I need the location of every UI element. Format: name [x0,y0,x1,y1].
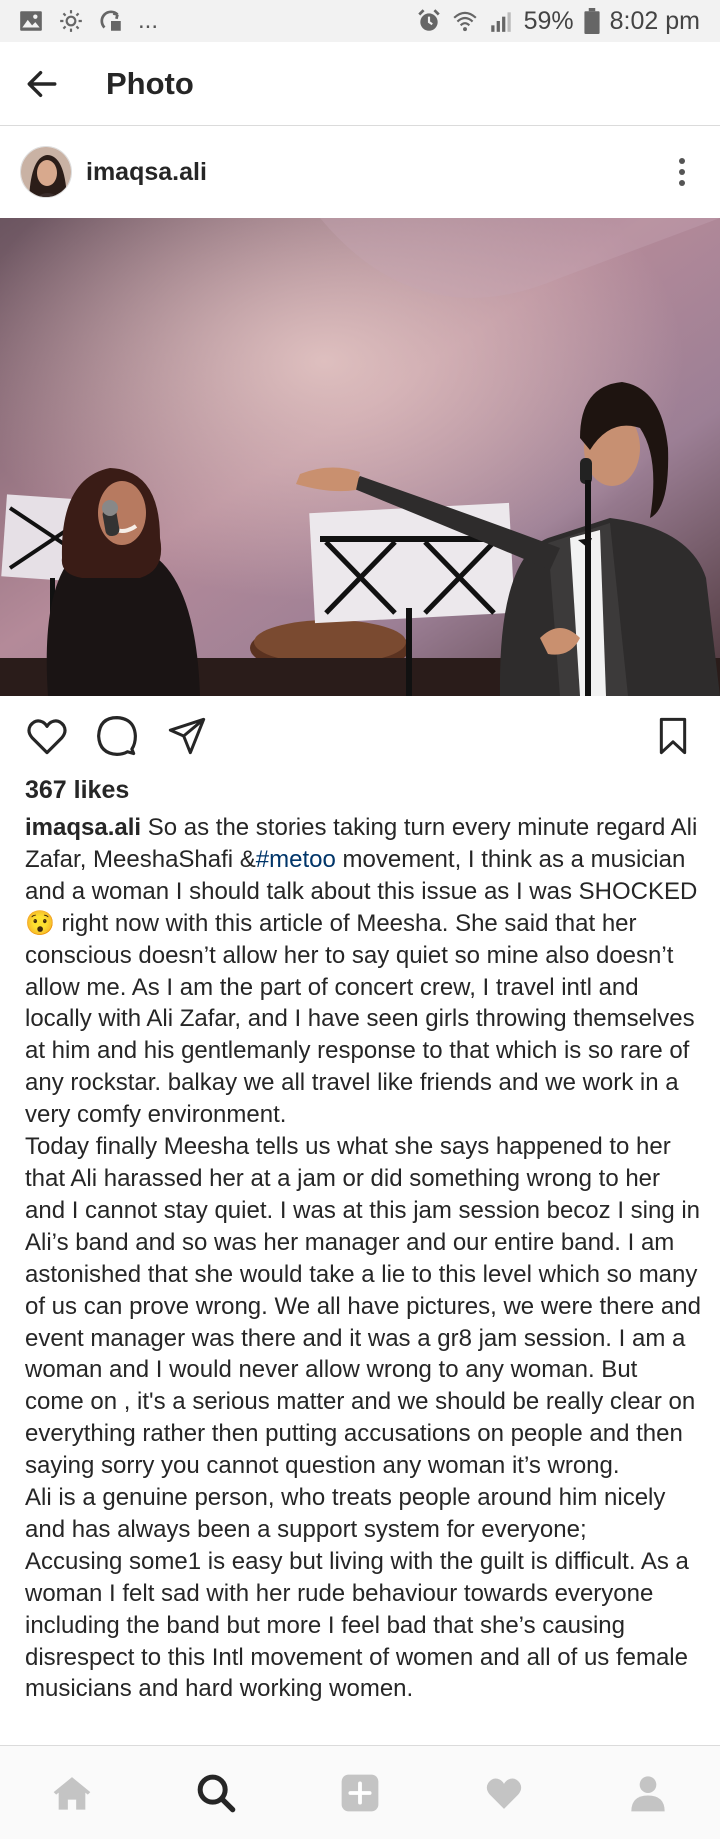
bookmark-icon [659,717,687,755]
like-button[interactable] [22,711,72,761]
activity-icon [486,1778,522,1809]
shocked-emoji: 😯 [25,909,55,937]
app-header: Photo [0,42,720,126]
caption-paragraph: Ali is a genuine person, who treats peop… [25,1484,666,1543]
share-button[interactable] [162,711,212,761]
caption-text: right now with this article of Meesha. S… [25,909,695,1129]
more-options-button[interactable] [652,142,712,202]
status-bar: ... 59% 8:02 pm [0,0,720,42]
concert-photo-image [0,218,720,696]
likes-count[interactable]: 367 likes [25,776,129,805]
nav-search[interactable] [180,1757,252,1829]
caption-paragraph: Accusing some1 is easy but living with t… [25,1547,689,1703]
status-overflow: ... [138,7,159,34]
caption-paragraph: imaqsa.ali So as the stories taking turn… [25,812,701,1131]
status-right: 59% 8:02 pm [416,7,700,36]
nav-profile[interactable] [612,1757,684,1829]
gallery-icon [20,11,42,31]
brightness-icon [60,10,82,32]
caption-paragraph: Today finally Meesha tells us what she s… [25,1133,701,1480]
add-post-icon [341,1774,379,1811]
heart-icon [27,719,67,755]
hashtag-link[interactable]: #metoo [256,846,336,873]
avatar[interactable] [20,146,72,198]
nav-home[interactable] [36,1757,108,1829]
status-left-icons: ... [18,7,158,35]
post-header: imaqsa.ali [0,126,720,218]
comment-icon [97,716,137,756]
more-vertical-icon [679,158,685,186]
sync-icon [100,10,121,31]
battery-percent: 59% [523,6,574,35]
wifi-icon [453,11,477,32]
post-username[interactable]: imaqsa.ali [86,158,207,187]
home-icon [53,1776,91,1810]
post-photo[interactable] [0,218,720,696]
caption-username[interactable]: imaqsa.ali [25,814,141,841]
profile-icon [631,1775,665,1811]
nav-add-post[interactable] [324,1757,396,1829]
back-arrow-icon [27,70,57,97]
bottom-nav [0,1745,720,1839]
post-caption: imaqsa.ali So as the stories taking turn… [25,812,701,1705]
status-time: 8:02 pm [609,6,700,35]
nav-activity[interactable] [468,1757,540,1829]
save-button[interactable] [648,711,698,761]
comment-button[interactable] [92,711,142,761]
avatar-image [21,147,71,197]
send-icon [168,717,206,755]
back-button[interactable] [0,42,84,126]
signal-icon [490,12,511,32]
search-icon [197,1774,236,1812]
post-action-bar [0,706,720,766]
alarm-icon [417,9,440,31]
battery-icon [584,8,600,34]
page-title: Photo [106,65,194,101]
